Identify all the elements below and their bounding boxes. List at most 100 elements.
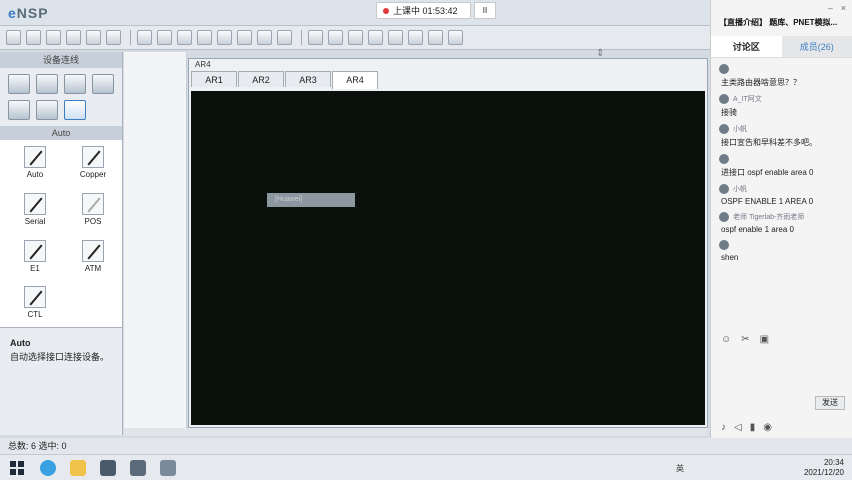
avatar [719, 64, 729, 74]
windows-start-icon[interactable] [10, 461, 24, 475]
cable-e1[interactable]: E1 [6, 239, 64, 281]
copper-cable-icon [82, 146, 104, 168]
speaker-icon[interactable]: ◁ [734, 422, 742, 433]
store-icon[interactable] [100, 460, 116, 476]
emoji-icon[interactable]: ☺ [721, 334, 731, 345]
tab-ar2[interactable]: AR2 [238, 71, 284, 87]
chat-panel: – × 【直播介绍】 题库、PNET模拟... 讨论区 成员(26) 主类路由器… [710, 0, 852, 438]
auto-cable-icon [24, 146, 46, 168]
device-panel-header: 设备连线 [0, 52, 122, 68]
redo-icon[interactable] [157, 30, 172, 45]
pause-button[interactable]: II [474, 2, 496, 19]
system-tray[interactable]: 英 [676, 463, 688, 474]
canvas-area[interactable] [124, 52, 187, 435]
tab-ar1[interactable]: AR1 [191, 71, 237, 87]
cloud-icon[interactable] [36, 100, 58, 120]
stop-device-icon[interactable] [388, 30, 403, 45]
pos-cable-icon [82, 192, 104, 215]
recording-status[interactable]: 上课中 01:53:42 [376, 2, 471, 19]
recording-timer: 上课中 01:53:42 [393, 6, 458, 16]
avatar [719, 240, 729, 250]
undo-icon[interactable] [137, 30, 152, 45]
send-button[interactable]: 发送 [815, 396, 845, 410]
save-as-icon[interactable] [86, 30, 101, 45]
tab-members[interactable]: 成员(26) [781, 36, 852, 57]
app-taskbar-icon[interactable] [160, 460, 176, 476]
new-example-icon[interactable] [26, 30, 41, 45]
save-icon[interactable] [66, 30, 81, 45]
chat-bottom-toolbar: ♪ ◁ ▮ ◉ [721, 422, 772, 433]
cable-pos[interactable]: POS [64, 192, 122, 234]
capture-icon[interactable] [408, 30, 423, 45]
terminal-selection: [Huawei] [267, 193, 355, 207]
toolbar-divider [301, 30, 302, 45]
chat-title: 【直播介绍】 题库、PNET模拟... [719, 18, 838, 27]
stats-icon[interactable]: ▮ [750, 422, 756, 433]
file-explorer-icon[interactable] [70, 460, 86, 476]
minimize-icon[interactable]: – [828, 3, 833, 13]
cable-copper[interactable]: Copper [64, 146, 122, 187]
pan-hand-icon[interactable] [197, 30, 212, 45]
print-icon[interactable] [106, 30, 121, 45]
clock-time: 20:34 [823, 458, 844, 467]
cable-list: Auto Copper Serial POS E1 ATM CTL [0, 140, 122, 328]
tab-ar4[interactable]: AR4 [332, 71, 378, 89]
shape-icon[interactable] [277, 30, 292, 45]
taskbar: 英 20:34 2021/12/20 [0, 454, 852, 480]
cable-ctl[interactable]: CTL [6, 286, 64, 327]
open-icon[interactable] [46, 30, 61, 45]
record-dot-icon [383, 7, 389, 14]
terminal-screen[interactable]: [Huawei] [191, 91, 705, 425]
cable-serial[interactable]: Serial [6, 192, 64, 234]
cable-atm[interactable]: ATM [64, 239, 122, 281]
wlan-icon[interactable] [64, 74, 86, 94]
microphone-icon[interactable]: ♪ [721, 422, 726, 433]
reset-zoom-icon[interactable] [348, 30, 363, 45]
status-bar: 总数: 6 选中: 0 [0, 438, 852, 454]
tab-discussion[interactable]: 讨论区 [711, 36, 782, 57]
router-icon[interactable] [8, 74, 30, 94]
cable-description: Auto 自动选择接口连接设备。 [0, 328, 122, 373]
horizontal-scrollbar[interactable] [124, 428, 708, 436]
app-root: eNSP 上课中 01:53:42 II ⇕ 设备连线 Auto Auto Co… [0, 0, 852, 480]
text-icon[interactable] [257, 30, 272, 45]
chat-tabs: 讨论区 成员(26) [711, 36, 852, 58]
console-window: AR4 AR1 AR2 AR3 AR4 [Huawei] [188, 58, 708, 428]
ensp-taskbar-icon[interactable] [130, 460, 146, 476]
tab-ar3[interactable]: AR3 [285, 71, 331, 87]
image-icon[interactable]: ▣ [760, 334, 769, 345]
chat-message: 进接口 ospf enable area 0 [719, 154, 844, 178]
title-bar: eNSP 上课中 01:53:42 II [0, 0, 710, 26]
avatar [719, 184, 729, 194]
console-window-title: AR4 [195, 60, 211, 69]
pc-icon[interactable] [8, 100, 30, 120]
zoom-out-icon[interactable] [328, 30, 343, 45]
zoom-in-icon[interactable] [308, 30, 323, 45]
new-topology-icon[interactable] [6, 30, 21, 45]
browser-icon[interactable] [40, 460, 56, 476]
chat-messages: 主类路由器啥意思？？ A_IT阿文 接骑 小帆 接口宣告和早科差不多吧。 进接口 o… [711, 58, 852, 274]
cable-icon[interactable] [64, 100, 86, 120]
chat-message: 老师 Tigerlab-齐雨老师 ospf enable 1 area 0 [719, 212, 805, 234]
location-icon[interactable]: ◉ [763, 422, 772, 433]
console-icon[interactable] [428, 30, 443, 45]
topology-icon[interactable] [448, 30, 463, 45]
close-icon[interactable]: × [841, 3, 846, 13]
switch-icon[interactable] [36, 74, 58, 94]
avatar [719, 154, 729, 164]
chat-message: shen [719, 240, 844, 262]
select-icon[interactable] [177, 30, 192, 45]
chat-window-controls: – × [711, 0, 852, 16]
delete-all-icon[interactable] [237, 30, 252, 45]
device-panel: 设备连线 Auto Auto Copper Serial POS E1 ATM … [0, 52, 123, 435]
delete-icon[interactable] [217, 30, 232, 45]
avatar [719, 212, 729, 222]
avatar [719, 94, 729, 104]
start-device-icon[interactable] [368, 30, 383, 45]
cable-auto[interactable]: Auto [6, 146, 64, 187]
clock-date: 2021/12/20 [803, 468, 844, 477]
app-logo: eNSP [8, 5, 49, 21]
firewall-icon[interactable] [92, 74, 114, 94]
taskbar-clock[interactable]: 20:34 2021/12/20 [804, 458, 844, 478]
scissors-icon[interactable]: ✂ [741, 334, 749, 345]
